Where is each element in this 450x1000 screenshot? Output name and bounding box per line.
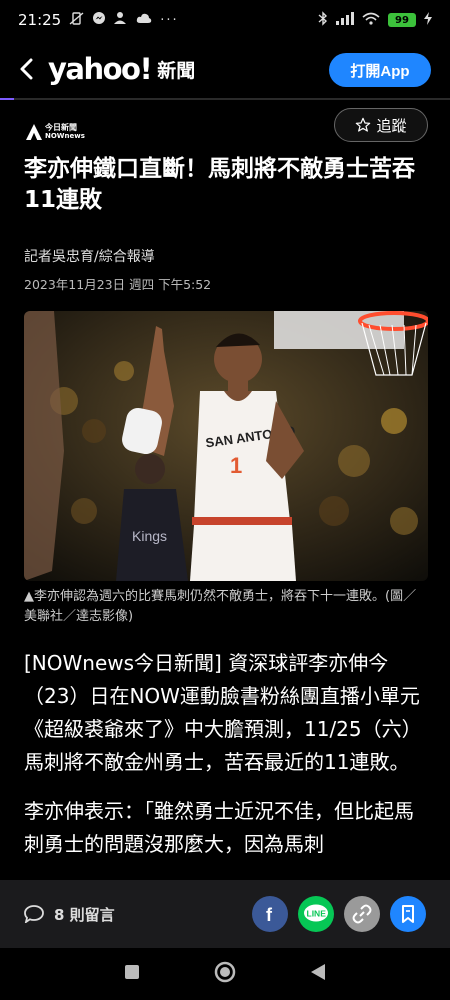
back-button[interactable] <box>14 54 38 84</box>
follow-button[interactable]: 追蹤 <box>334 108 428 142</box>
cloud-icon <box>136 13 152 28</box>
source-row: 今日新聞 NOWnews 追蹤 <box>24 108 428 158</box>
photo-caption: ▲李亦伸認為週六的比賽馬刺仍然不敵勇士，將吞下十一連敗。(圖／美聯社／達志影像) <box>24 589 417 624</box>
article-photo[interactable]: Kings SAN ANTONIO 1 <box>24 311 428 581</box>
share-buttons: f LINE <box>252 896 426 932</box>
status-time: 21:25 <box>18 11 62 29</box>
yahoo-logo[interactable]: yahoo! <box>48 52 153 86</box>
bookmark-button[interactable] <box>390 896 426 932</box>
line-share-button[interactable]: LINE <box>298 896 334 932</box>
facebook-icon: f <box>266 905 273 923</box>
article-date: 2023年11月23日 週四 下午5:52 <box>24 277 212 292</box>
wifi-icon <box>362 12 380 29</box>
jersey-number: 1 <box>230 453 242 478</box>
source-name: 今日新聞 NOWnews <box>45 123 85 141</box>
comments-button[interactable]: 8 則留言 <box>24 904 115 925</box>
comments-count-label: 8 則留言 <box>54 905 115 924</box>
home-button[interactable] <box>214 961 236 987</box>
status-left: 21:25 ··· <box>18 11 179 29</box>
svg-text:LINE: LINE <box>307 909 327 919</box>
square-icon <box>125 965 139 979</box>
news-section-title: 新聞 <box>157 59 196 82</box>
bookmark-icon <box>402 905 414 923</box>
facebook-share-button[interactable]: f <box>252 896 288 932</box>
bluetooth-icon <box>318 10 328 30</box>
article-paragraph: [NOWnews今日新聞] 資深球評李亦伸今（23）日在NOW運動臉書粉絲團直播… <box>24 651 422 774</box>
status-right: 99 <box>318 10 432 30</box>
system-nav-bar <box>0 948 450 1000</box>
comment-icon <box>24 905 44 923</box>
triangle-back-icon <box>311 964 325 980</box>
article-headline: 李亦伸鐵口直斷！馬刺將不敵勇士苦吞11連敗 <box>24 156 415 213</box>
svg-text:f: f <box>266 905 273 923</box>
messenger-icon <box>92 11 106 29</box>
star-icon <box>356 117 371 132</box>
nownews-mark-icon <box>26 124 42 140</box>
copy-link-button[interactable] <box>344 896 380 932</box>
nownews-logo[interactable]: 今日新聞 NOWnews <box>26 124 85 140</box>
source-name-en: NOWnews <box>45 132 85 140</box>
system-back-button[interactable] <box>310 963 326 985</box>
link-icon <box>352 904 372 924</box>
charging-icon <box>424 11 432 29</box>
follow-label: 追蹤 <box>376 116 407 135</box>
more-notifications-icon: ··· <box>160 12 179 28</box>
article-content[interactable]: 今日新聞 NOWnews 追蹤 李亦伸鐵口直斷！馬刺將不敵勇士苦吞11連敗 記者… <box>0 100 450 880</box>
article-byline: 記者吳忠育/綜合報導 <box>24 249 155 265</box>
person-add-icon <box>114 11 128 29</box>
vibrate-off-icon <box>69 11 84 29</box>
chevron-left-icon <box>20 58 33 80</box>
article-paragraph: 李亦伸表示：「雖然勇士近況不佳，但比起馬刺勇士的問題沒那麼大，因為馬刺 <box>24 799 414 856</box>
signal-icon <box>336 11 354 29</box>
recent-apps-button[interactable] <box>124 964 140 984</box>
line-icon: LINE <box>304 904 328 922</box>
battery-indicator: 99 <box>388 13 416 27</box>
source-name-zh: 今日新聞 <box>45 123 77 132</box>
open-app-button[interactable]: 打開App <box>329 53 431 87</box>
app-header: yahoo! 新聞 打開App <box>0 40 450 98</box>
status-bar: 21:25 ··· 99 <box>0 0 450 40</box>
basketball-photo-illustration: Kings SAN ANTONIO 1 <box>24 311 428 581</box>
svg-text:Kings: Kings <box>132 528 167 544</box>
bottom-action-bar: 8 則留言 f LINE <box>0 880 450 948</box>
circle-home-icon <box>214 961 236 983</box>
